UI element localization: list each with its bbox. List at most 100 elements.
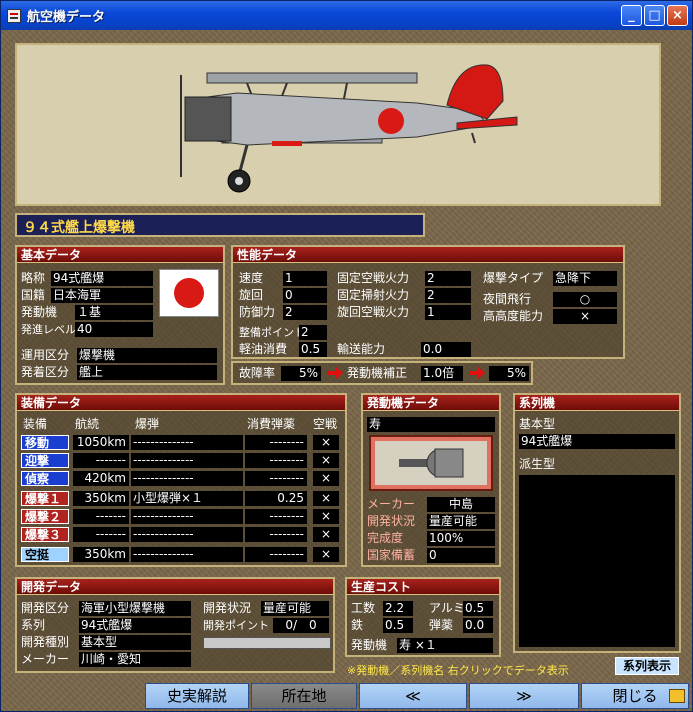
history-button[interactable]: 史実解説	[145, 683, 249, 709]
perf-value-maint: 2	[299, 325, 327, 340]
national-flag	[159, 269, 219, 317]
engine-label-maker: メーカー	[367, 497, 416, 511]
perf-value-transport: 0.0	[421, 342, 471, 357]
equip-ammo: --------	[245, 471, 307, 486]
equip-air: ×	[313, 547, 339, 562]
equipment-header: 装備データ	[17, 395, 345, 411]
equip-ammo: --------	[245, 547, 307, 562]
next-button[interactable]: ≫	[469, 683, 579, 709]
equip-range: -------	[73, 509, 129, 524]
engine-name[interactable]: 寿	[367, 417, 495, 432]
cost-value-iron: 0.5	[383, 618, 413, 633]
perf-label-night: 夜間飛行	[483, 292, 532, 306]
equip-ammo: --------	[245, 509, 307, 524]
engine-label-stock: 国家備蓄	[367, 548, 416, 562]
equip-ammo: --------	[245, 453, 307, 468]
perf-label-fixed-strafe: 固定掃射火力	[337, 288, 410, 302]
cost-value-work: 2.2	[383, 601, 413, 616]
equip-range: 350km	[73, 491, 129, 506]
lineage-base-value[interactable]: 94式艦爆	[519, 434, 675, 449]
engine-icon	[399, 448, 464, 478]
engine-label-status: 開発状況	[367, 514, 416, 528]
arrow-right-icon	[327, 367, 343, 379]
previous-button[interactable]: ≪	[359, 683, 467, 709]
development-panel: 開発データ 開発区分 海軍小型爆撃機 系列 94式艦爆 開発種別 基本型 メーカ…	[15, 577, 335, 673]
aircraft-image-frame	[15, 43, 661, 206]
perf-label-speed: 速度	[239, 271, 264, 285]
equip-air: ×	[313, 509, 339, 524]
equip-col-bomb: 爆弾	[135, 417, 160, 431]
cost-label-aluminum: アルミ	[429, 601, 465, 615]
basic-value-level: 40	[75, 322, 153, 337]
cost-header: 生産コスト	[347, 579, 499, 595]
lineage-display-button[interactable]: 系列表示	[615, 657, 679, 675]
engine-image-frame	[369, 435, 493, 491]
engine-value-stock: 0	[427, 548, 495, 563]
equip-mode-airborne[interactable]: 空挺	[21, 547, 69, 562]
lineage-header: 系列機	[515, 395, 679, 411]
minimize-button[interactable]: _	[621, 5, 642, 26]
cost-engine-value[interactable]: 寿 ×１	[397, 638, 493, 653]
lineage-base-label: 基本型	[519, 417, 556, 431]
engine-value-status: 量産可能	[427, 514, 495, 529]
equip-mode-intercept[interactable]: 迎撃	[21, 453, 69, 468]
dev-label-series: 系列	[21, 618, 46, 632]
cost-label-ammo: 弾薬	[429, 618, 454, 632]
dev-value-type: 基本型	[79, 635, 191, 650]
equip-mode-bomb1[interactable]: 爆撃１	[21, 491, 69, 506]
equip-range: -------	[73, 527, 129, 542]
equip-col-air: 空戦	[313, 417, 338, 431]
perf-value-altitude: ×	[553, 309, 617, 324]
perf-label-defense: 防御力	[239, 305, 276, 319]
maximize-button[interactable]: □	[644, 5, 665, 26]
window-title: 航空機データ	[27, 10, 106, 25]
engine-value-maker: 中島	[427, 497, 495, 512]
equip-air: ×	[313, 471, 339, 486]
equip-ammo: --------	[245, 527, 307, 542]
perf-label-bomb-type: 爆撃タイプ	[483, 271, 544, 285]
note-text: ※発動機／系列機名 右クリックでデータ表示	[347, 664, 569, 677]
lineage-derived-list[interactable]	[519, 475, 675, 647]
title-bar[interactable]: 航空機データ _ □ ×	[1, 1, 692, 30]
dev-status-label: 開発状況	[203, 601, 252, 615]
dev-label-class: 開発区分	[21, 601, 70, 615]
close-window-button[interactable]: ×	[667, 5, 688, 26]
perf-value-fuel: 0.5	[299, 342, 327, 357]
engine-label-completion: 完成度	[367, 531, 404, 545]
equip-bomb: --------------	[131, 547, 243, 562]
location-button[interactable]: 所在地	[251, 683, 357, 709]
perf-value-fixed-air: 2	[425, 271, 471, 286]
equip-mode-bomb3[interactable]: 爆撃３	[21, 527, 69, 542]
basic-label-engine: 発動機	[21, 305, 58, 319]
development-header: 開発データ	[17, 579, 333, 595]
failure-result-value: 5%	[489, 366, 529, 381]
perf-value-speed: 1	[283, 271, 327, 286]
perf-label-turret-air: 旋回空戦火力	[337, 305, 410, 319]
equip-bomb: --------------	[131, 471, 243, 486]
perf-value-turret-air: 1	[425, 305, 471, 320]
perf-label-maint: 整備ポイント	[239, 326, 305, 339]
dev-value-series[interactable]: 94式艦爆	[79, 618, 191, 633]
failure-rate-label: 故障率	[239, 366, 276, 380]
flag-sun-icon	[174, 278, 204, 308]
equip-mode-move[interactable]: 移動	[21, 435, 69, 450]
perf-value-turn: 0	[283, 288, 327, 303]
equip-col-ammo: 消費弾薬	[247, 417, 296, 431]
perf-value-bomb-type: 急降下	[553, 271, 617, 286]
cost-label-iron: 鉄	[351, 618, 364, 632]
basic-label-usage: 運用区分	[21, 348, 70, 362]
lineage-panel: 系列機 基本型 94式艦爆 派生型	[513, 393, 681, 653]
cost-label-work: 工数	[351, 601, 376, 615]
equip-range: 1050km	[73, 435, 129, 450]
equip-ammo: --------	[245, 435, 307, 450]
equip-bomb: 小型爆弾×１	[131, 491, 243, 506]
equip-range: 420km	[73, 471, 129, 486]
cost-engine-label: 発動機	[351, 638, 388, 652]
equip-mode-recon[interactable]: 偵察	[21, 471, 69, 486]
cost-panel: 生産コスト 工数 2.2 鉄 0.5 アルミ 0.5 弾薬 0.0 発動機 寿 …	[345, 577, 501, 657]
equip-bomb: --------------	[131, 453, 243, 468]
dev-label-maker: メーカー	[21, 652, 70, 666]
arrow-right-icon	[469, 367, 485, 379]
basic-label-level: 発進レベル	[21, 323, 76, 336]
equip-mode-bomb2[interactable]: 爆撃２	[21, 509, 69, 524]
